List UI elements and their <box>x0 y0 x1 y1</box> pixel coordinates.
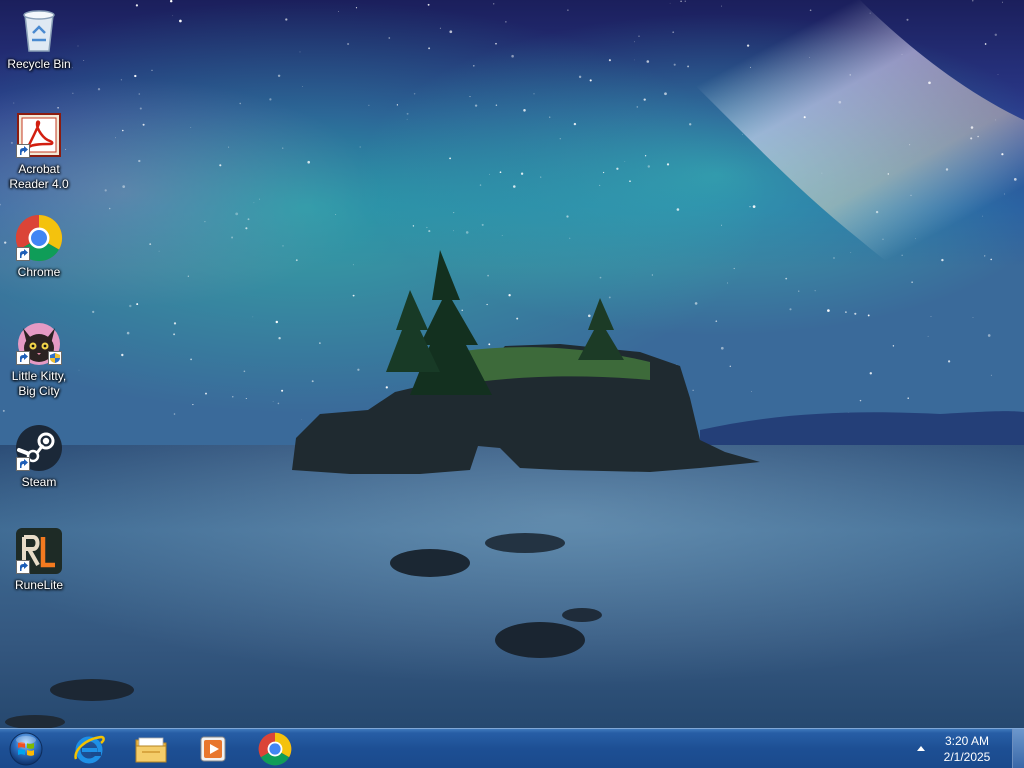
folder-icon <box>135 737 167 762</box>
chevron-up-icon <box>917 746 925 751</box>
clock-time: 3:20 AM <box>944 734 990 748</box>
taskbar-internet-explorer[interactable] <box>60 730 118 767</box>
internet-explorer-icon <box>74 735 105 763</box>
system-tray: 3:20 AM 2/1/2025 <box>914 729 1024 768</box>
shortcut-arrow-icon <box>16 457 30 471</box>
desktop-icon-steam[interactable]: Steam <box>2 424 76 490</box>
taskbar-google-chrome[interactable] <box>246 730 304 767</box>
media-player-icon <box>200 736 226 761</box>
steam-icon <box>15 424 63 472</box>
windows-logo-icon <box>9 732 43 766</box>
desktop-icon-label: Steam <box>21 475 57 489</box>
wallpaper <box>0 0 1024 729</box>
shortcut-arrow-icon <box>16 144 30 158</box>
little-kitty-icon <box>15 318 63 366</box>
chrome-icon <box>15 214 63 262</box>
recycle-bin-icon <box>15 6 63 54</box>
desktop-icon-acrobat-reader[interactable]: Acrobat Reader 4.0 <box>2 111 76 192</box>
desktop-icon-runelite[interactable]: RuneLite <box>2 527 76 593</box>
shortcut-arrow-icon <box>16 247 30 261</box>
desktop-icons: Recycle Bin Acrobat Reader 4.0 Chrome Li… <box>0 0 80 728</box>
show-desktop-button[interactable] <box>1012 729 1024 768</box>
desktop[interactable]: Recycle Bin Acrobat Reader 4.0 Chrome Li… <box>0 0 1024 768</box>
shortcut-arrow-icon <box>16 351 30 365</box>
desktop-icon-label: Recycle Bin <box>7 57 71 71</box>
taskbar: 3:20 AM 2/1/2025 <box>0 728 1024 768</box>
chrome-icon <box>258 732 292 765</box>
shortcut-arrow-icon <box>16 560 30 574</box>
desktop-icon-label: Acrobat Reader 4.0 <box>9 162 69 191</box>
clock[interactable]: 3:20 AM 2/1/2025 <box>934 733 1000 765</box>
taskbar-windows-explorer[interactable] <box>122 730 180 767</box>
clock-date: 2/1/2025 <box>943 750 991 764</box>
desktop-icon-label: RuneLite <box>14 578 64 592</box>
desktop-icon-chrome[interactable]: Chrome <box>2 214 76 280</box>
acrobat-reader-icon <box>15 111 63 159</box>
runelite-icon <box>15 527 63 575</box>
taskbar-media-player[interactable] <box>184 730 242 767</box>
desktop-icon-label: Chrome <box>17 265 61 279</box>
show-hidden-icons-button[interactable] <box>914 741 928 755</box>
desktop-icon-label: Little Kitty, Big City <box>11 369 67 398</box>
shield-icon <box>48 351 62 365</box>
desktop-icon-recycle-bin[interactable]: Recycle Bin <box>2 6 76 72</box>
start-button[interactable] <box>6 731 46 767</box>
desktop-icon-little-kitty-big-city[interactable]: Little Kitty, Big City <box>2 318 76 399</box>
